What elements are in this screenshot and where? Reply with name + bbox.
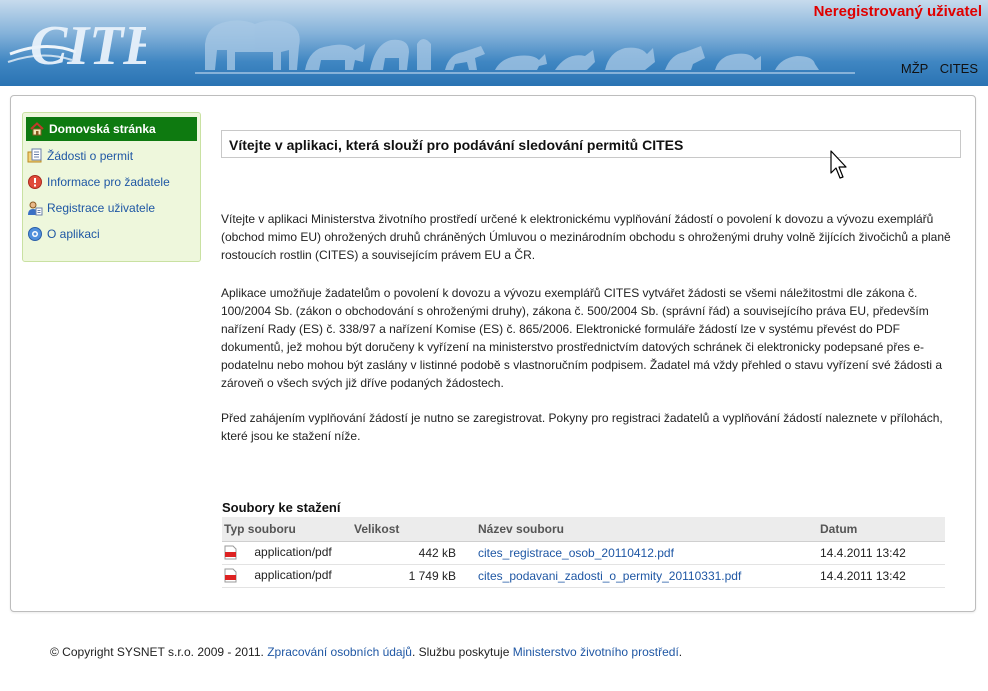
file-type-text: application/pdf [254, 567, 332, 582]
sidebar-item-permit-requests[interactable]: Žádosti o permit [23, 143, 200, 169]
file-name-cell: cites_registrace_osob_20110412.pdf [458, 541, 818, 565]
file-download-link[interactable]: cites_podavani_zadosti_o_permity_2011033… [478, 569, 741, 583]
info-alert-icon [28, 175, 42, 189]
sidebar-nav: Domovská stránka Žádosti o permit Inform… [22, 112, 201, 262]
top-links: MŽP CITES [893, 61, 978, 76]
footer-copyright: © Copyright SYSNET s.r.o. 2009 - 2011. [50, 645, 264, 659]
help-icon [28, 227, 42, 241]
table-row: application/pdf 1 749 kB cites_podavani_… [222, 564, 945, 588]
sidebar-item-home[interactable]: Domovská stránka [26, 117, 197, 141]
pdf-file-icon [224, 568, 237, 583]
column-header-type: Typ souboru [222, 517, 352, 542]
footer: © Copyright SYSNET s.r.o. 2009 - 2011. Z… [50, 645, 682, 659]
file-type-cell: application/pdf [222, 541, 352, 565]
intro-paragraph: Vítejte v aplikaci Ministerstva životníh… [221, 212, 951, 262]
file-type-cell: application/pdf [222, 564, 352, 588]
sidebar-item-applicant-info[interactable]: Informace pro žadatele [23, 169, 200, 195]
downloads-table: Typ souboru Velikost Název souboru Datum… [222, 517, 945, 588]
folder-document-icon [27, 148, 42, 163]
file-size-cell: 1 749 kB [352, 564, 458, 588]
top-link-cites[interactable]: CITES [940, 61, 978, 76]
svg-text:CITES: CITES [30, 15, 146, 77]
column-header-name: Název souboru [458, 517, 818, 542]
sidebar-item-label: Registrace uživatele [47, 201, 156, 215]
cites-logo: CITES [7, 15, 146, 77]
page-title: Vítejte v aplikaci, která slouží pro pod… [221, 130, 961, 158]
footer-provided-by: Službu poskytuje [418, 645, 510, 659]
file-date-cell: 14.4.2011 13:42 [818, 564, 945, 588]
description-paragraph: Aplikace umožňuje žadatelům o povolení k… [221, 286, 943, 390]
column-header-date: Datum [818, 517, 945, 542]
sidebar-item-label: O aplikaci [47, 227, 100, 241]
column-header-size: Velikost [352, 517, 458, 542]
registration-note-paragraph: Před zahájením vyplňování žádostí je nut… [221, 411, 943, 443]
file-date-cell: 14.4.2011 13:42 [818, 541, 945, 565]
privacy-link[interactable]: Zpracování osobních údajů [267, 645, 412, 659]
header-banner: CITES Neregistrovaný uživatel MŽP CITES [0, 0, 988, 86]
sidebar-item-label: Žádosti o permit [47, 149, 134, 163]
file-name-cell: cites_podavani_zadosti_o_permity_2011033… [458, 564, 818, 588]
home-icon [30, 122, 44, 136]
sidebar-item-user-registration[interactable]: Registrace uživatele [23, 195, 200, 221]
footer-separator: . [411, 645, 416, 659]
mouse-pointer-icon [830, 150, 847, 179]
user-register-icon [28, 201, 43, 216]
sidebar-item-about[interactable]: O aplikaci [23, 221, 200, 247]
ministry-link[interactable]: Ministerstvo životního prostředí [513, 645, 679, 659]
file-size-cell: 442 kB [352, 541, 458, 565]
sidebar-item-label: Informace pro žadatele [47, 175, 170, 189]
footer-end: . [678, 645, 683, 659]
file-download-link[interactable]: cites_registrace_osob_20110412.pdf [478, 546, 674, 560]
top-link-mzp[interactable]: MŽP [901, 61, 928, 76]
sidebar-item-label: Domovská stránka [49, 122, 156, 136]
pdf-file-icon [224, 545, 237, 560]
downloads-heading: Soubory ke stažení [222, 500, 341, 515]
table-row: application/pdf 442 kB cites_registrace_… [222, 541, 945, 565]
file-type-text: application/pdf [254, 544, 332, 559]
animal-silhouettes-banner [195, 20, 855, 74]
user-status-label: Neregistrovaný uživatel [813, 3, 982, 20]
table-header-row: Typ souboru Velikost Název souboru Datum [222, 517, 945, 542]
